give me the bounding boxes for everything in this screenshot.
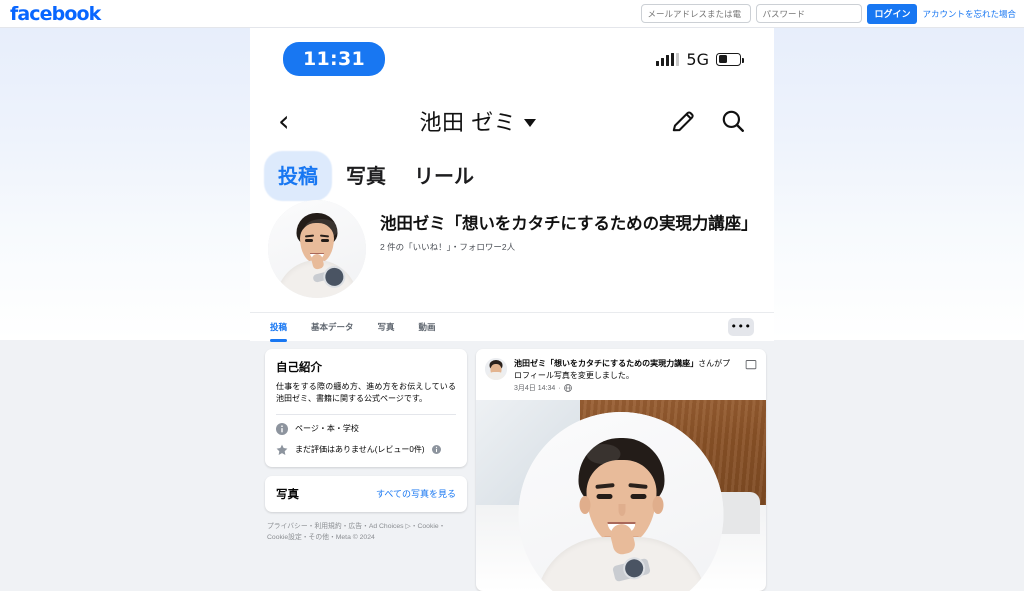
login-button[interactable]: ログイン (867, 3, 918, 24)
forgot-account-link[interactable]: アカウントを忘れた場合 (922, 8, 1016, 20)
post-card: 池田ゼミ「想いをカタチにするための実現力講座」さんがプロフィール写真を変更しまし… (476, 349, 766, 591)
status-clock: 11:31 (283, 42, 385, 76)
subtab-photos[interactable]: 写真 (378, 313, 405, 342)
globe-icon (563, 384, 572, 393)
about-card: 自己紹介 仕事をする際の纏め方、進め方をお伝えしている池田ゼミ、書籍に関する公式… (265, 349, 467, 467)
pencil-icon[interactable] (670, 108, 696, 134)
about-row-category: ページ・本・学校 (276, 422, 456, 435)
post-photo[interactable] (476, 400, 766, 591)
profile-tabs: 投稿 写真 リール (250, 152, 774, 196)
post-timestamp[interactable]: 3月4日 14:34 (514, 383, 555, 393)
battery-icon (716, 52, 744, 66)
avatar[interactable] (268, 200, 366, 298)
dot-separator: · (558, 384, 561, 392)
password-field[interactable] (756, 4, 863, 23)
chevron-down-icon[interactable] (524, 118, 537, 127)
post-timestamp-row: 3月4日 14:34 · (514, 383, 738, 393)
info-icon[interactable] (431, 445, 441, 455)
more-options-icon[interactable] (745, 359, 757, 371)
nav-actions (670, 108, 746, 134)
email-field[interactable] (641, 4, 752, 23)
tab-photos[interactable]: 写真 (346, 160, 386, 189)
about-row-rating: まだ評価はありません(レビュー0件) (276, 444, 456, 456)
nav-title-group[interactable]: 池田 ゼミ (286, 105, 670, 137)
tab-posts[interactable]: 投稿 (278, 160, 318, 189)
post-author-line: 池田ゼミ「想いをカタチにするための実現力講座」さんがプロフィール写真を変更しまし… (514, 358, 738, 381)
content-area: 自己紹介 仕事をする際の纏め方、進め方をお伝えしている池田ゼミ、書籍に関する公式… (250, 341, 774, 591)
facebook-logo[interactable]: facebook (10, 3, 101, 25)
page-root: facebook ログイン アカウントを忘れた場合 11:31 5G ‹ 池田 … (0, 0, 1024, 591)
subtab-posts[interactable]: 投稿 (270, 313, 297, 342)
see-all-photos-link[interactable]: すべての写真を見る (376, 487, 456, 500)
left-column: 自己紹介 仕事をする際の纏め方、進め方をお伝えしている池田ゼミ、書籍に関する公式… (265, 349, 467, 591)
footer-links: プライバシー・利用規約・広告・Ad Choices ▷・Cookie・Cooki… (265, 521, 467, 543)
info-icon (276, 422, 288, 435)
profile-photo-circle (518, 412, 724, 591)
search-icon[interactable] (720, 108, 746, 134)
login-form: ログイン アカウントを忘れた場合 (641, 3, 1024, 24)
sub-navigation: 投稿 基本データ 写真 動画 ••• (250, 312, 774, 342)
subtab-basic-data[interactable]: 基本データ (311, 313, 364, 342)
footer-text[interactable]: プライバシー・利用規約・広告・Ad Choices ▷・Cookie・Cooki… (267, 523, 445, 541)
status-indicators: 5G (655, 49, 744, 69)
post-author-name[interactable]: 池田ゼミ「想いをカタチにするための実現力講座」 (514, 359, 698, 368)
profile-info: 池田ゼミ「想いをカタチにするための実現力講座」 2 件の「いいね！」・フォロワー… (380, 200, 758, 253)
right-column: 池田ゼミ「想いをカタチにするための実現力講座」さんがプロフィール写真を変更しまし… (476, 349, 766, 591)
tab-reels[interactable]: リール (414, 160, 474, 189)
more-options-button[interactable]: ••• (728, 318, 754, 336)
avatar-face (485, 358, 507, 380)
page-title: 池田ゼミ「想いをカタチにするための実現力講座」 (380, 215, 758, 233)
post-header: 池田ゼミ「想いをカタチにするための実現力講座」さんがプロフィール写真を変更しまし… (476, 349, 766, 400)
phone-nav-bar: ‹ 池田 ゼミ (250, 90, 774, 152)
nav-title: 池田 ゼミ (419, 110, 517, 135)
profile-header: 池田ゼミ「想いをカタチにするための実現力講座」 2 件の「いいね！」・フォロワー… (250, 196, 774, 298)
divider (276, 413, 456, 415)
about-row-category-text: ページ・本・学校 (295, 424, 359, 434)
facebook-topbar: facebook ログイン アカウントを忘れた場合 (0, 0, 1024, 28)
page-stats: 2 件の「いいね！」・フォロワー2人 (380, 241, 516, 252)
photos-card: 写真 すべての写真を見る (265, 475, 467, 512)
star-icon (276, 444, 288, 455)
post-header-text: 池田ゼミ「想いをカタチにするための実現力講座」さんがプロフィール写真を変更しまし… (514, 358, 738, 393)
photos-card-title: 写真 (276, 488, 299, 501)
about-card-text: 仕事をする際の纏め方、進め方をお伝えしている池田ゼミ、書籍に関する公式ページです… (276, 382, 456, 404)
signal-strength-icon (655, 52, 680, 66)
phone-screenshot: 11:31 5G ‹ 池田 ゼミ 投稿 写真 リール 池田ゼミ「想いをカタチにす… (250, 28, 774, 340)
phone-status-bar: 11:31 5G (250, 28, 774, 90)
network-type-label: 5G (686, 49, 709, 69)
about-row-rating-text: まだ評価はありません(レビュー0件) (295, 445, 425, 455)
subtab-videos[interactable]: 動画 (419, 313, 446, 342)
post-author-avatar[interactable] (485, 358, 507, 380)
about-card-title: 自己紹介 (276, 362, 322, 374)
